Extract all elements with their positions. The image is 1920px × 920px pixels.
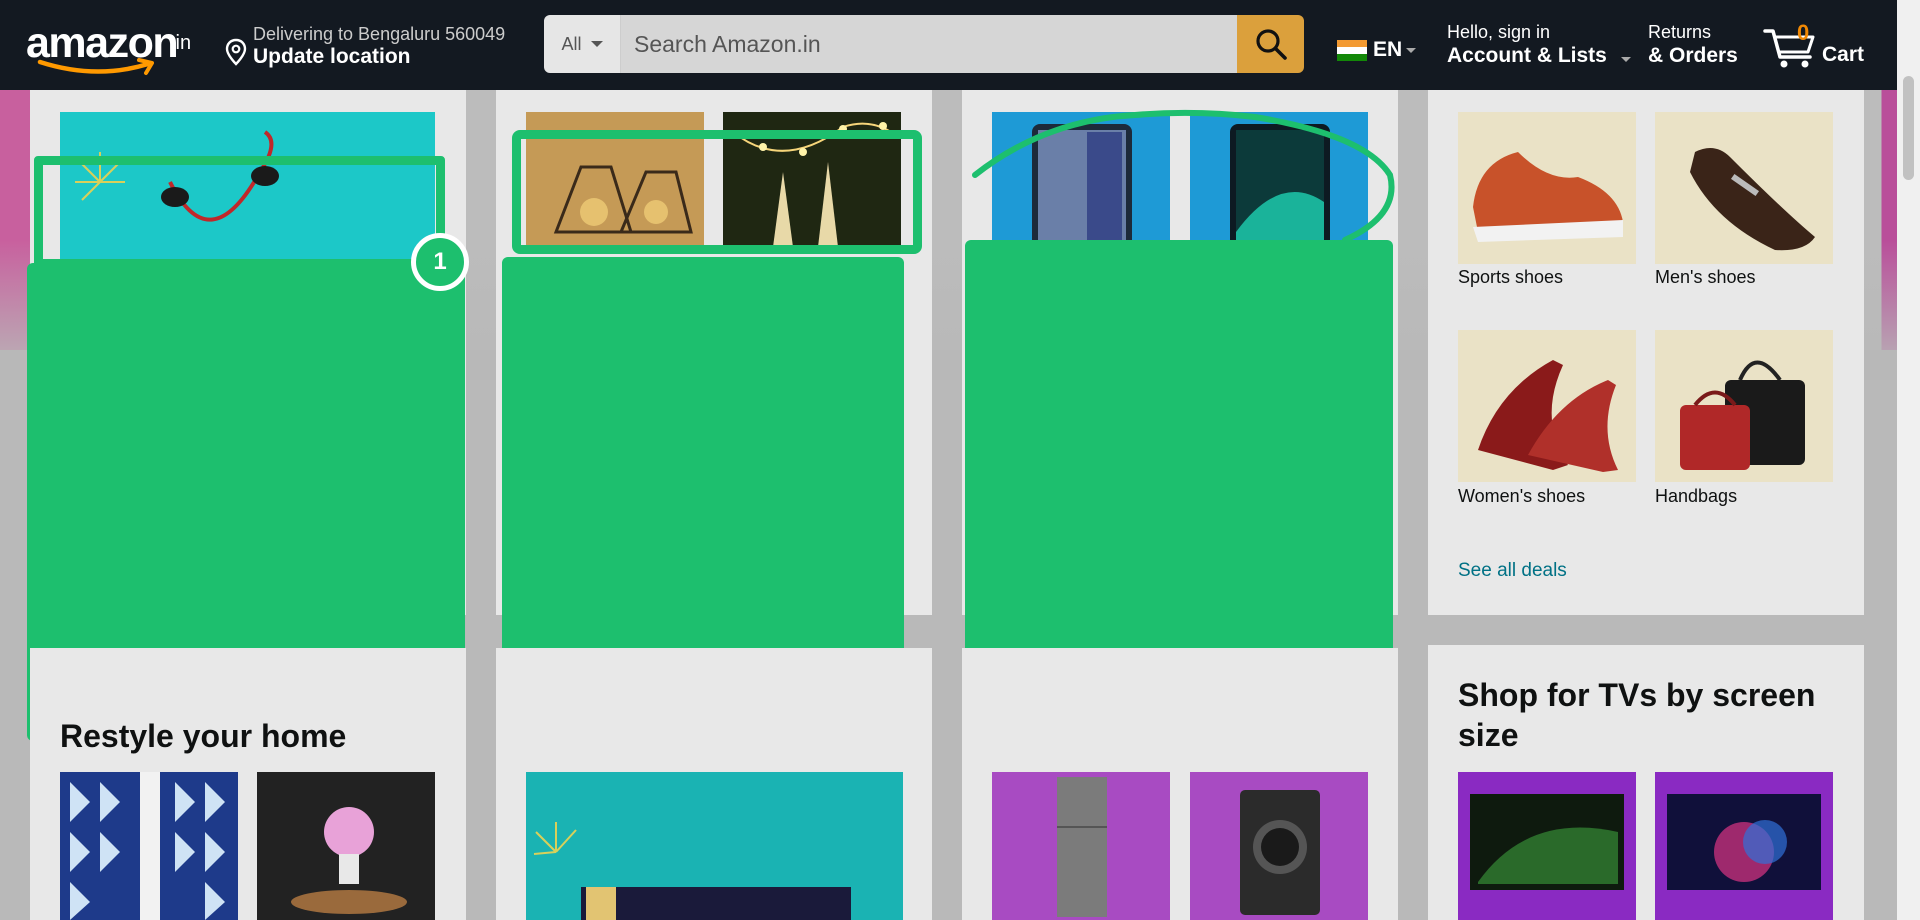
search-category-label: All — [561, 33, 582, 54]
language-code: EN — [1373, 38, 1403, 61]
tv-card-title: Shop for TVs by screen size — [1458, 677, 1816, 753]
handbags-image[interactable] — [1655, 330, 1833, 482]
logo-suffix: .in — [170, 32, 192, 54]
delivery-location[interactable]: Delivering to Bengaluru 560049 Update lo… — [222, 22, 522, 70]
smile-arrow-icon — [37, 58, 154, 75]
see-all-deals-link[interactable]: See all deals — [1458, 560, 1567, 582]
search-button[interactable] — [1237, 15, 1304, 73]
samsung-tv-image[interactable] — [1655, 772, 1833, 920]
sign-in-greeting: Hello, sign in — [1447, 22, 1551, 42]
india-flag-icon — [1337, 39, 1367, 61]
redmi-tv-image[interactable] — [1458, 772, 1636, 920]
account-lists-row: Account & Lists — [1447, 43, 1631, 69]
laptop-promo-image[interactable] — [526, 772, 903, 920]
restyle-home-title: Restyle your home — [60, 718, 347, 754]
bulb-icon — [291, 807, 407, 914]
account-lists-label: Account & Lists — [1447, 44, 1607, 67]
returns-label: Returns — [1648, 22, 1712, 42]
chevron-down-icon — [590, 41, 603, 47]
delivery-location-text: Delivering to Bengaluru 560049 — [253, 24, 506, 44]
mens-shoes-caption[interactable]: Men's shoes — [1655, 267, 1756, 288]
tv-icon — [1470, 794, 1624, 890]
page-scrollbar[interactable] — [1897, 0, 1920, 920]
womens-shoes-image[interactable] — [1458, 330, 1636, 482]
mens-shoes-image[interactable] — [1655, 112, 1833, 264]
heels-icon — [1478, 360, 1618, 472]
cart-label: Cart — [1822, 43, 1865, 66]
tv-icon — [1667, 794, 1821, 890]
sports-shoes-image[interactable] — [1458, 112, 1636, 264]
loafer-icon — [1690, 148, 1815, 251]
refrigerator-icon — [1057, 777, 1107, 917]
smart-bulb-image[interactable] — [257, 772, 435, 920]
top-navbar: amazon .in Delivering to Bengaluru 56004… — [0, 0, 1920, 90]
womens-shoes-caption[interactable]: Women's shoes — [1458, 486, 1585, 507]
sneaker-icon — [1473, 152, 1623, 242]
chevron-down-icon — [1620, 57, 1631, 62]
orders-label: & Orders — [1648, 44, 1738, 67]
sports-shoes-caption[interactable]: Sports shoes — [1458, 267, 1563, 288]
search-icon — [1255, 29, 1287, 60]
handbags-caption[interactable]: Handbags — [1655, 486, 1737, 507]
highlight-outline-2 — [512, 130, 922, 254]
annotation-badge: 1 — [411, 233, 469, 291]
search-bar: All — [544, 15, 1304, 73]
highlight-circle — [972, 109, 1395, 243]
curtains-image[interactable] — [60, 772, 238, 920]
washing-machine-image[interactable] — [1190, 772, 1368, 920]
cart-button[interactable]: 0 Cart — [1762, 20, 1872, 70]
scrollbar-thumb[interactable] — [1903, 76, 1914, 180]
update-location-label: Update location — [253, 45, 411, 68]
refrigerator-image[interactable] — [992, 772, 1170, 920]
laptop-icon — [533, 822, 851, 920]
amazon-logo[interactable]: amazon .in — [26, 18, 201, 75]
account-and-lists[interactable]: Hello, sign in Account & Lists — [1447, 22, 1631, 69]
returns-and-orders[interactable]: Returns & Orders — [1648, 22, 1738, 69]
search-input[interactable] — [621, 15, 1237, 73]
cart-icon — [1763, 29, 1815, 68]
highlight-outline-1 — [34, 156, 445, 268]
handbag-icon — [1680, 360, 1805, 470]
curtains-icon — [70, 772, 225, 920]
language-selector[interactable]: EN — [1337, 35, 1417, 65]
washing-machine-icon — [1240, 790, 1320, 915]
search-category-dropdown[interactable]: All — [544, 15, 621, 73]
cart-count: 0 — [1797, 20, 1810, 45]
chevron-down-icon — [1406, 47, 1417, 53]
location-pin-icon — [225, 38, 247, 66]
